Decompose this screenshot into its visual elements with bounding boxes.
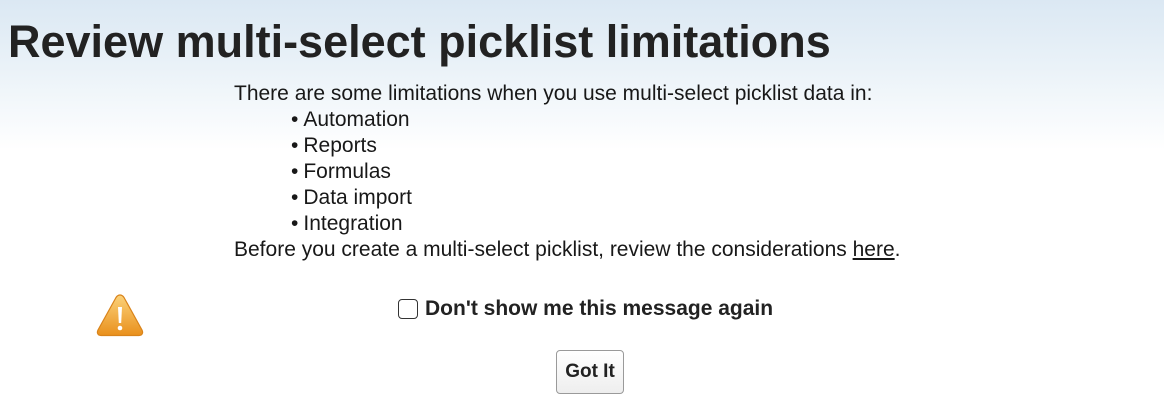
considerations-link[interactable]: here: [853, 238, 895, 261]
list-item-automation: Automation: [291, 107, 1134, 133]
list-item-integration: Integration: [291, 211, 1134, 237]
list-item-reports: Reports: [291, 133, 1134, 159]
got-it-button[interactable]: Got It: [556, 350, 624, 394]
limitations-list: Automation Reports Formulas Data import …: [234, 107, 1134, 237]
dont-show-again-option[interactable]: Don't show me this message again: [398, 297, 773, 321]
dont-show-again-label[interactable]: Don't show me this message again: [425, 297, 773, 321]
limitations-message: There are some limitations when you use …: [234, 81, 1134, 263]
list-item-formulas: Formulas: [291, 159, 1134, 185]
warning-icon: [96, 294, 144, 337]
intro-text: There are some limitations when you use …: [234, 82, 873, 105]
considerations-text: Before you create a multi-select picklis…: [234, 237, 1134, 263]
considerations-prefix: Before you create a multi-select picklis…: [234, 238, 853, 261]
list-item-data-import: Data import: [291, 185, 1134, 211]
considerations-suffix: .: [894, 238, 901, 261]
page-title: Review multi-select picklist limitations: [8, 16, 831, 67]
dont-show-again-checkbox[interactable]: [398, 299, 418, 319]
